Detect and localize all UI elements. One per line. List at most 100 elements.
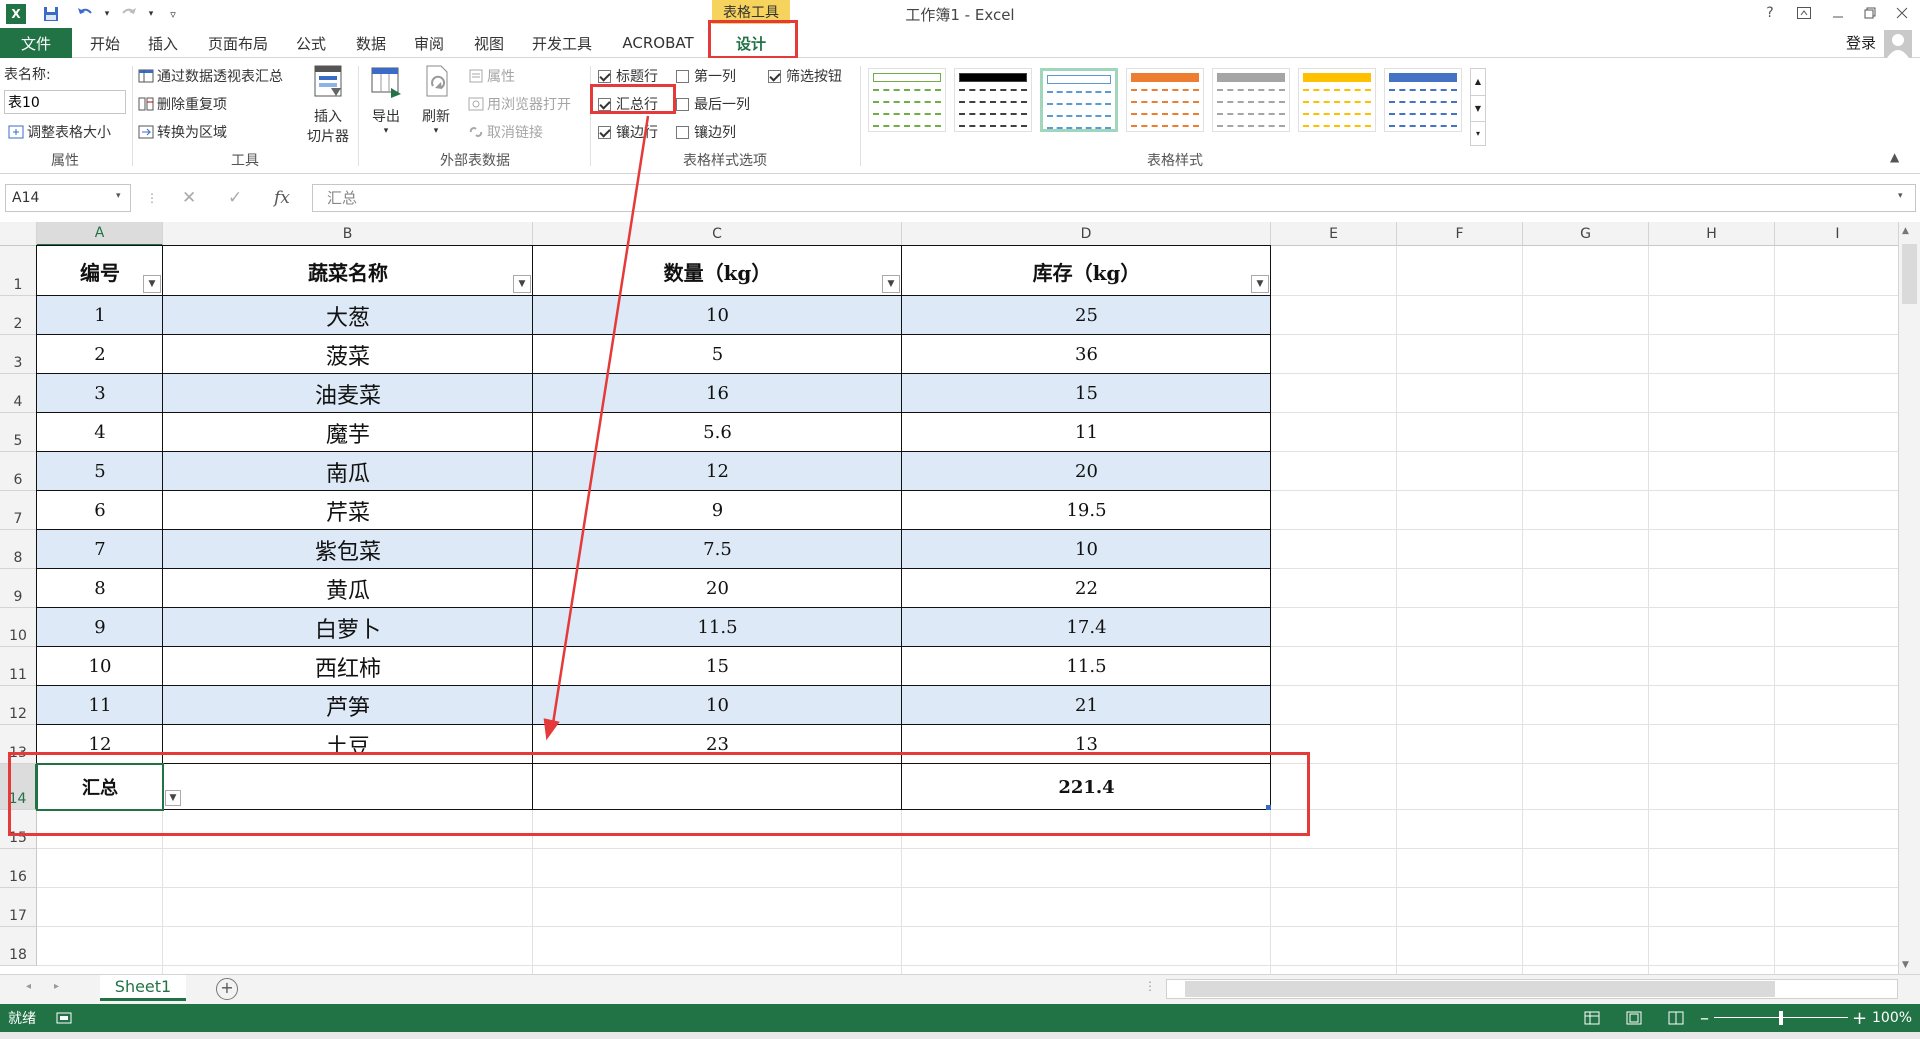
banded-rows-checkbox[interactable]: 镶边行 (598, 122, 658, 142)
row-header[interactable]: 2 (0, 296, 37, 335)
help-button[interactable]: ? (1756, 2, 1784, 24)
table-cell[interactable]: 魔芋 (163, 413, 533, 452)
open-in-browser-button[interactable]: 用浏览器打开 (468, 94, 571, 114)
formula-input[interactable]: 汇总 (312, 184, 1916, 212)
tab-data[interactable]: 数据 (346, 28, 396, 58)
table-cell[interactable]: 5 (533, 335, 902, 374)
convert-to-range-button[interactable]: 转换为区域 (138, 122, 227, 142)
table-cell[interactable]: 10 (533, 686, 902, 725)
redo-dropdown-icon[interactable]: ▾ (140, 3, 162, 25)
tab-home[interactable]: 开始 (80, 28, 130, 58)
table-style-swatch[interactable] (954, 68, 1032, 132)
table-cell[interactable]: 22 (902, 569, 1271, 608)
column-header[interactable]: A (37, 222, 163, 246)
row-header[interactable]: 16 (0, 849, 37, 888)
total-row-cell[interactable] (163, 764, 533, 810)
total-row-cell[interactable]: 221.4 (902, 764, 1271, 810)
row-header[interactable]: 3 (0, 335, 37, 374)
row-header[interactable]: 14 (0, 764, 37, 810)
table-cell[interactable]: 21 (902, 686, 1271, 725)
table-cell[interactable]: 36 (902, 335, 1271, 374)
undo-icon[interactable] (74, 3, 96, 25)
table-cell[interactable]: 20 (902, 452, 1271, 491)
name-box-dropdown-icon[interactable]: ▾ (116, 191, 121, 201)
tab-review[interactable]: 审阅 (404, 28, 454, 58)
table-resize-handle[interactable] (1266, 805, 1271, 810)
sheet-scroll-left-icon[interactable]: ◂ (26, 981, 31, 992)
tab-developer[interactable]: 开发工具 (524, 28, 600, 58)
restore-icon[interactable] (1856, 2, 1884, 24)
worksheet-grid[interactable]: A B C D E F G H I 1 2 3 4 5 6 7 8 9 10 11 12 13 14 15 16 17 18 编号 ▼ 蔬… (0, 222, 1920, 974)
avatar[interactable] (1884, 30, 1912, 58)
column-header[interactable]: I (1775, 222, 1901, 246)
macro-record-icon[interactable] (56, 1004, 72, 1032)
tab-design[interactable]: 设计 (712, 28, 790, 58)
tab-split-icon[interactable]: ⋮ (1144, 979, 1156, 993)
collapse-ribbon-icon[interactable]: ▲ (1890, 150, 1899, 164)
customize-qat-icon[interactable]: ▿ (162, 3, 184, 25)
horizontal-scroll-thumb[interactable] (1185, 981, 1775, 997)
table-cell[interactable]: 6 (37, 491, 163, 530)
table-cell[interactable]: 12 (37, 725, 163, 764)
page-break-view-icon[interactable] (1668, 1004, 1684, 1032)
table-cell[interactable]: 25 (902, 296, 1271, 335)
column-header[interactable]: D (902, 222, 1271, 246)
filter-dropdown-icon[interactable]: ▼ (882, 275, 900, 293)
row-header[interactable]: 15 (0, 810, 37, 849)
table-header-cell[interactable]: 数量（kg） (533, 246, 902, 296)
remove-duplicates-button[interactable]: 删除重复项 (138, 94, 227, 114)
table-cell[interactable]: 土豆 (163, 725, 533, 764)
gallery-down-icon[interactable]: ▼ (1471, 95, 1485, 121)
table-cell[interactable]: 白萝卜 (163, 608, 533, 647)
table-cell[interactable]: 11 (902, 413, 1271, 452)
zoom-in-icon[interactable]: + (1852, 1004, 1867, 1032)
table-cell[interactable]: 5.6 (533, 413, 902, 452)
undo-dropdown-icon[interactable]: ▾ (96, 3, 118, 25)
last-column-checkbox[interactable]: 最后一列 (676, 94, 750, 114)
tab-insert[interactable]: 插入 (138, 28, 188, 58)
table-cell[interactable]: 油麦菜 (163, 374, 533, 413)
row-header[interactable]: 7 (0, 491, 37, 530)
login-link[interactable]: 登录 (1846, 32, 1876, 53)
filter-dropdown-icon[interactable]: ▼ (513, 275, 531, 293)
table-style-swatch[interactable] (1384, 68, 1462, 132)
table-cell[interactable]: 11.5 (902, 647, 1271, 686)
row-header[interactable]: 1 (0, 246, 37, 296)
tab-page-layout[interactable]: 页面布局 (198, 28, 278, 58)
table-cell[interactable]: 12 (533, 452, 902, 491)
table-cell[interactable]: 10 (902, 530, 1271, 569)
table-cell[interactable]: 2 (37, 335, 163, 374)
cancel-icon[interactable]: ✕ (182, 184, 196, 212)
row-header[interactable]: 11 (0, 647, 37, 686)
expand-formula-bar-icon[interactable]: ▾ (1898, 191, 1903, 201)
resize-table-button[interactable]: 调整表格大小 (8, 122, 111, 142)
row-header[interactable]: 10 (0, 608, 37, 647)
row-header[interactable]: 6 (0, 452, 37, 491)
table-name-input[interactable] (4, 90, 126, 114)
table-cell[interactable]: 7 (37, 530, 163, 569)
redo-icon[interactable] (118, 3, 140, 25)
table-cell[interactable]: 西红柿 (163, 647, 533, 686)
excel-logo-icon[interactable]: X (6, 4, 26, 24)
tab-view[interactable]: 视图 (464, 28, 514, 58)
ribbon-display-options-icon[interactable] (1790, 2, 1818, 24)
table-cell[interactable]: 16 (533, 374, 902, 413)
summarize-pivot-button[interactable]: 通过数据透视表汇总 (138, 66, 283, 86)
table-style-swatch[interactable] (1040, 68, 1118, 132)
zoom-level[interactable]: 100% (1872, 1004, 1912, 1032)
table-cell[interactable]: 南瓜 (163, 452, 533, 491)
normal-view-icon[interactable] (1584, 1004, 1600, 1032)
table-cell[interactable]: 紫包菜 (163, 530, 533, 569)
row-header[interactable]: 4 (0, 374, 37, 413)
header-row-checkbox[interactable]: 标题行 (598, 66, 658, 86)
external-properties-button[interactable]: 属性 (468, 66, 515, 86)
zoom-slider-thumb[interactable] (1779, 1011, 1783, 1025)
filter-dropdown-icon[interactable]: ▼ (1251, 275, 1269, 293)
tab-file[interactable]: 文件 (0, 28, 72, 58)
table-cell[interactable]: 1 (37, 296, 163, 335)
export-button[interactable]: 导出 ▾ (364, 64, 408, 136)
table-header-cell[interactable]: 库存（kg） (902, 246, 1271, 296)
row-header[interactable]: 5 (0, 413, 37, 452)
table-header-cell[interactable]: 蔬菜名称 (163, 246, 533, 296)
name-box[interactable]: A14 (5, 184, 131, 212)
